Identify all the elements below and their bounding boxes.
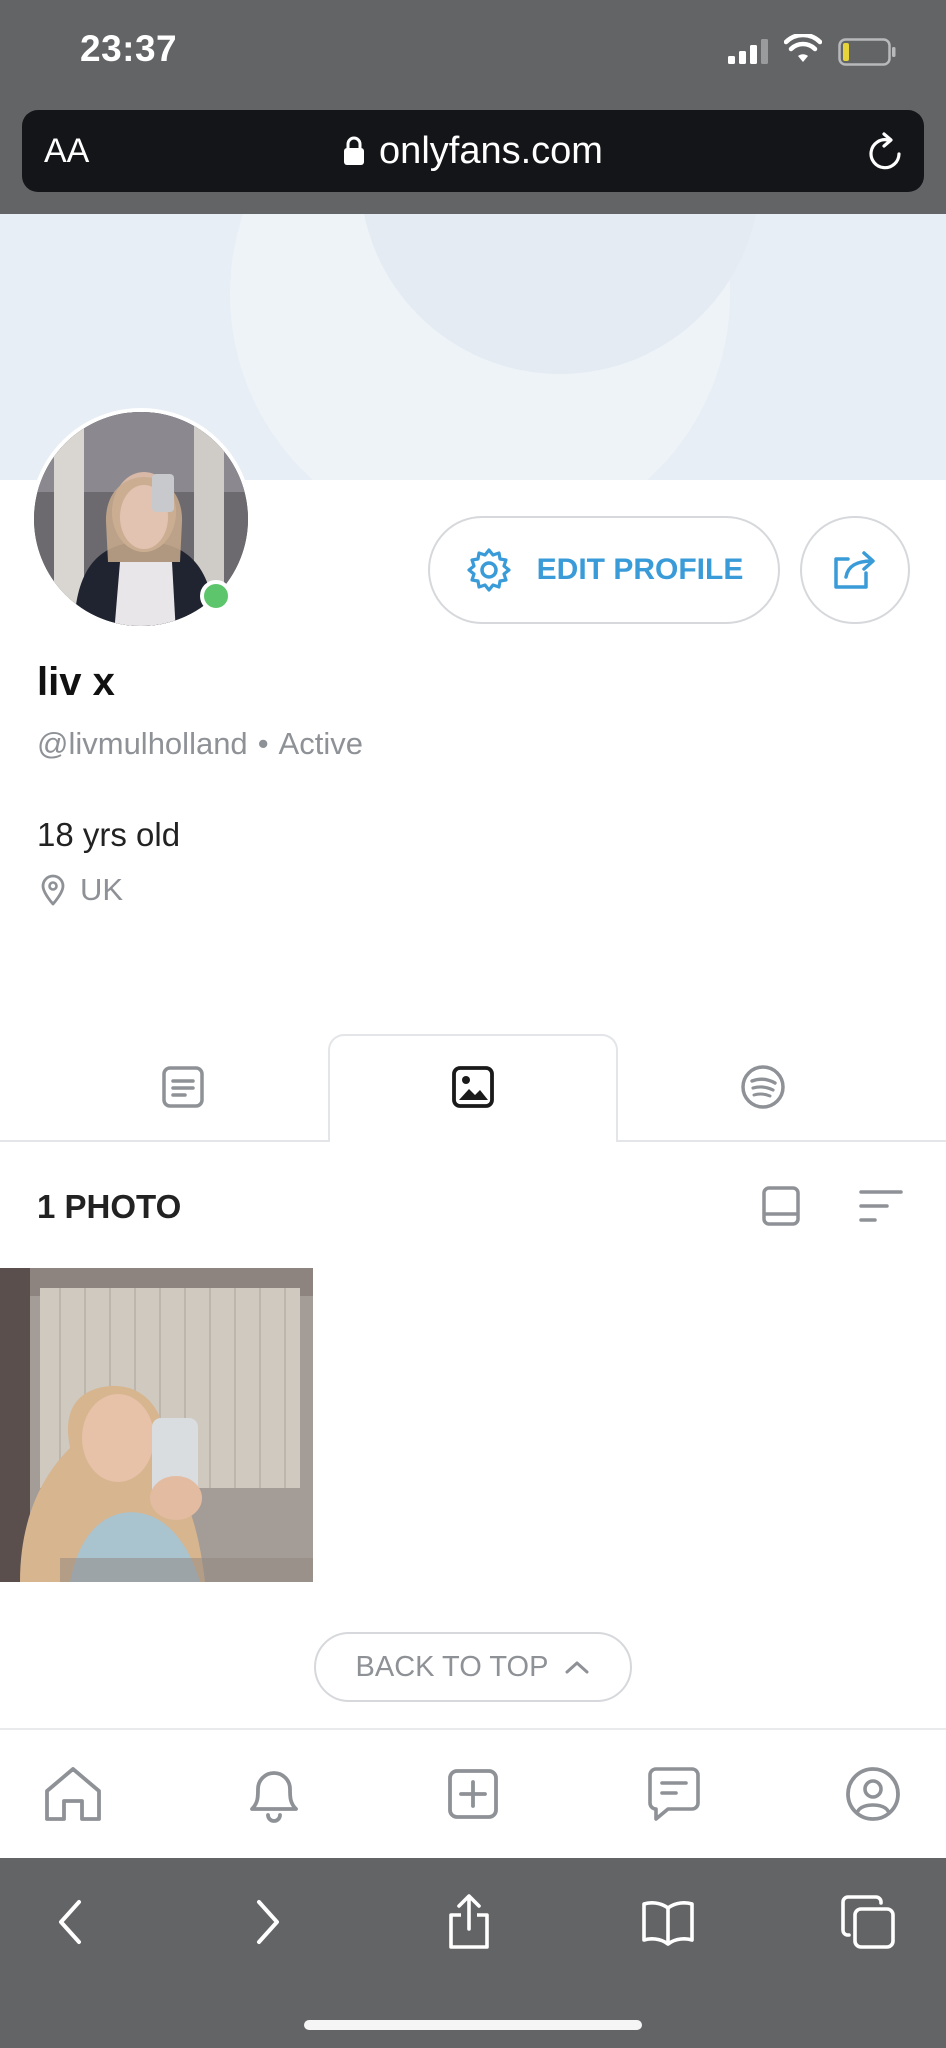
spotify-icon (741, 1065, 785, 1109)
back-to-top-label: BACK TO TOP (355, 1650, 549, 1683)
profile-icon (846, 1767, 900, 1821)
sort-icon[interactable] (858, 1188, 904, 1224)
location-pin-icon (41, 874, 65, 906)
plus-square-icon (448, 1769, 498, 1819)
location-text: UK (80, 872, 124, 907)
nav-create-post[interactable] (441, 1762, 505, 1826)
text-size-label: AA (44, 132, 90, 170)
tabs-icon (841, 1895, 895, 1949)
gear-icon (467, 548, 511, 592)
browser-forward-button[interactable] (236, 1890, 300, 1954)
forward-icon (257, 1900, 279, 1944)
bell-icon (250, 1771, 298, 1823)
activity-status: Active (278, 726, 363, 761)
edit-profile-button[interactable]: EDIT PROFILE (428, 516, 780, 624)
tab-posts[interactable] (158, 1062, 208, 1112)
lock-icon (344, 136, 365, 165)
posts-icon (162, 1066, 204, 1108)
separator-dot: • (257, 726, 269, 761)
media-thumbnail[interactable] (0, 1268, 313, 1582)
nav-home[interactable] (41, 1762, 105, 1826)
browser-bookmarks-button[interactable] (636, 1890, 700, 1954)
share-profile-button[interactable] (800, 516, 910, 624)
url-text: onlyfans.com (379, 129, 603, 172)
status-time: 23:37 (80, 28, 178, 69)
home-indicator[interactable] (304, 2020, 642, 2030)
home-icon (45, 1767, 101, 1821)
profile-bio: 18 yrs old (37, 816, 181, 853)
reload-icon[interactable] (866, 130, 906, 172)
nav-notifications[interactable] (242, 1762, 306, 1826)
browser-chrome: 23:37 onlyfans.com AA (0, 0, 946, 214)
browser-share-button[interactable] (437, 1890, 501, 1954)
battery-icon (838, 38, 896, 66)
profile-location: UK (40, 872, 123, 908)
share-icon (834, 551, 875, 589)
share-icon (449, 1894, 489, 1949)
tab-media[interactable] (448, 1062, 498, 1112)
edit-profile-label: EDIT PROFILE (536, 553, 744, 586)
profile-name: liv x (37, 660, 115, 704)
online-status-dot (200, 580, 232, 612)
url-display[interactable]: onlyfans.com (22, 110, 924, 192)
bookmarks-icon (642, 1901, 694, 1946)
address-bar[interactable]: onlyfans.com AA (22, 110, 924, 192)
back-to-top-button[interactable]: BACK TO TOP (314, 1632, 632, 1702)
messages-icon (648, 1767, 700, 1821)
browser-back-button[interactable] (38, 1890, 102, 1954)
layout-toggle-icon[interactable] (760, 1184, 802, 1228)
profile-handle: @livmulholland (37, 726, 248, 761)
text-size-button[interactable]: AA (44, 132, 89, 171)
image-icon (452, 1066, 494, 1108)
chevron-up-icon (565, 1661, 589, 1674)
nav-profile[interactable] (841, 1762, 905, 1826)
photo-image (0, 1268, 313, 1582)
profile-handle-line: @livmulholland • Active (37, 726, 363, 762)
tab-spotify[interactable] (738, 1062, 788, 1112)
browser-tabs-button[interactable] (836, 1890, 900, 1954)
nav-messages[interactable] (642, 1762, 706, 1826)
media-count: 1 PHOTO (37, 1188, 182, 1225)
wifi-icon (784, 34, 822, 62)
cell-signal-icon (728, 39, 768, 64)
back-icon (59, 1900, 81, 1944)
